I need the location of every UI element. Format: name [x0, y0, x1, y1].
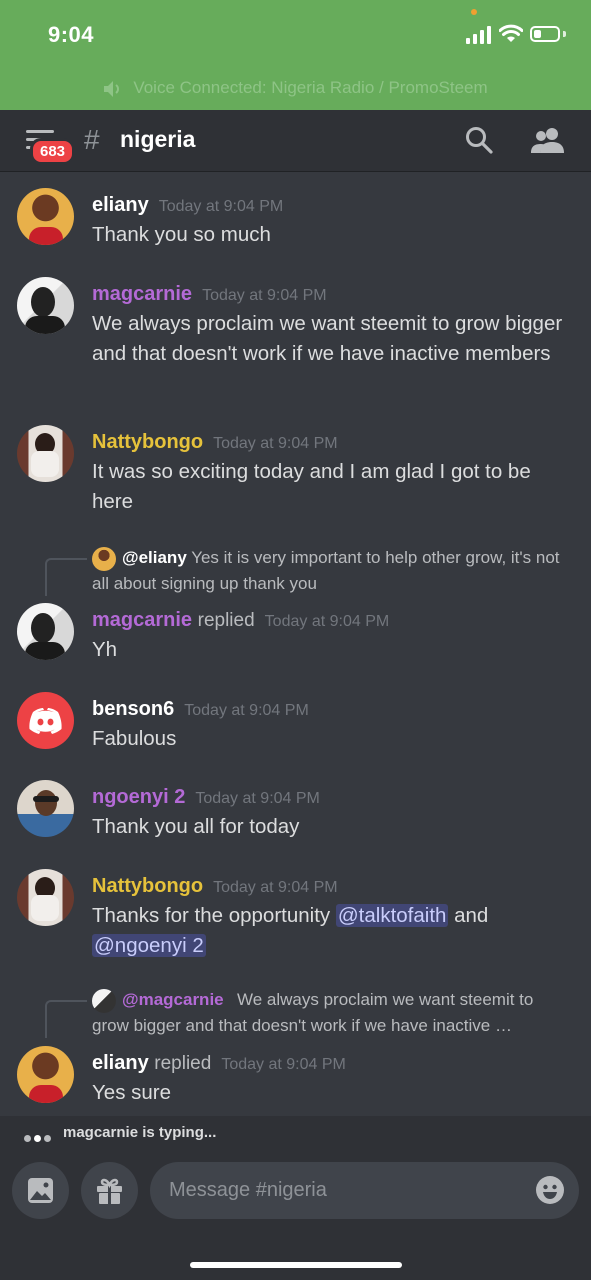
- emoji-icon[interactable]: [535, 1175, 565, 1205]
- battery-icon: [530, 26, 560, 42]
- message-author[interactable]: magcarnie: [92, 609, 192, 631]
- typing-indicator: magcarnie is typing...: [0, 1116, 591, 1150]
- message-text: Yh: [92, 638, 118, 661]
- mic-indicator-icon: [471, 9, 477, 15]
- message-text: We always proclaim we want steemit to gr…: [92, 312, 563, 365]
- message-input[interactable]: Message #nigeria: [150, 1162, 579, 1219]
- wifi-icon: [499, 24, 523, 42]
- message-author[interactable]: Nattybongo: [92, 431, 203, 453]
- avatar[interactable]: [17, 188, 74, 245]
- message-text: Thanks for the opportunity @talktofaith …: [92, 901, 572, 961]
- home-indicator[interactable]: [190, 1262, 402, 1268]
- avatar[interactable]: [17, 277, 74, 334]
- message-author[interactable]: eliany: [92, 1052, 149, 1074]
- reply-connector: [45, 1000, 87, 1038]
- avatar[interactable]: [17, 869, 74, 926]
- message-text: It was so exciting today and I am glad I…: [92, 460, 531, 513]
- channel-name: nigeria: [120, 126, 196, 152]
- reply-username[interactable]: @eliany: [122, 548, 187, 567]
- channel-header: 683 # nigeria: [0, 110, 591, 172]
- reply-connector: [45, 558, 87, 596]
- replied-label: replied: [154, 1053, 212, 1074]
- unread-badge: 683: [30, 138, 76, 165]
- voice-connected-text: Voice Connected: Nigeria Radio / PromoSt…: [133, 78, 488, 97]
- user-mention[interactable]: @ngoenyi 2: [92, 934, 206, 957]
- message-timestamp: Today at 9:04 PM: [202, 287, 327, 304]
- user-mention[interactable]: @talktofaith: [335, 904, 449, 927]
- message-text: Fabulous: [92, 727, 177, 750]
- gift-icon: [97, 1178, 122, 1204]
- gift-button[interactable]: [81, 1162, 138, 1219]
- message-timestamp: Today at 9:04 PM: [221, 1056, 346, 1073]
- message-timestamp: Today at 9:04 PM: [264, 613, 390, 630]
- message-author[interactable]: eliany: [92, 194, 149, 216]
- message-text: Thank you all for today: [92, 815, 300, 838]
- replied-label: replied: [197, 610, 255, 631]
- reply-avatar: [92, 546, 116, 571]
- message-timestamp: Today at 9:04 PM: [184, 702, 309, 719]
- message-author[interactable]: magcarnie: [92, 283, 192, 305]
- attach-image-button[interactable]: [12, 1162, 69, 1219]
- message-text-part: Thanks for the opportunity: [92, 904, 336, 927]
- reply-reference[interactable]: @eliany Yes it is very important to help…: [92, 545, 572, 597]
- discord-logo-icon: [29, 708, 62, 734]
- avatar[interactable]: [17, 780, 74, 837]
- avatar[interactable]: [17, 425, 74, 482]
- message-text: Yes sure: [92, 1081, 172, 1104]
- message-timestamp: Today at 9:04 PM: [213, 435, 338, 452]
- members-icon[interactable]: [530, 126, 566, 154]
- message-author[interactable]: Nattybongo: [92, 875, 203, 897]
- avatar[interactable]: [17, 1046, 74, 1103]
- cellular-signal-icon: [466, 26, 491, 44]
- message-input-placeholder: Message #nigeria: [169, 1179, 327, 1201]
- status-time: 9:04: [48, 22, 95, 47]
- image-icon: [28, 1178, 53, 1203]
- message-composer: Message #nigeria: [0, 1150, 591, 1280]
- reply-preview-text: We always proclaim we want steemit to gr…: [92, 990, 534, 1035]
- typing-dots-icon: [24, 1129, 54, 1146]
- message-text-part: and: [448, 904, 489, 927]
- message-timestamp: Today at 9:04 PM: [213, 879, 338, 896]
- message-text: Thank you so much: [92, 223, 271, 246]
- avatar[interactable]: [17, 603, 74, 660]
- speaker-icon: [104, 80, 120, 97]
- message-timestamp: Today at 9:04 PM: [158, 198, 284, 215]
- avatar[interactable]: [17, 692, 74, 749]
- voice-connected-bar[interactable]: Voice Connected: Nigeria Radio / PromoSt…: [0, 78, 591, 98]
- message-author[interactable]: benson6: [92, 698, 174, 720]
- hash-icon: #: [84, 124, 100, 155]
- message-timestamp: Today at 9:04 PM: [195, 790, 320, 807]
- message-author[interactable]: ngoenyi 2: [92, 786, 185, 808]
- search-icon[interactable]: [465, 126, 493, 154]
- typing-text: magcarnie is typing...: [63, 1124, 217, 1141]
